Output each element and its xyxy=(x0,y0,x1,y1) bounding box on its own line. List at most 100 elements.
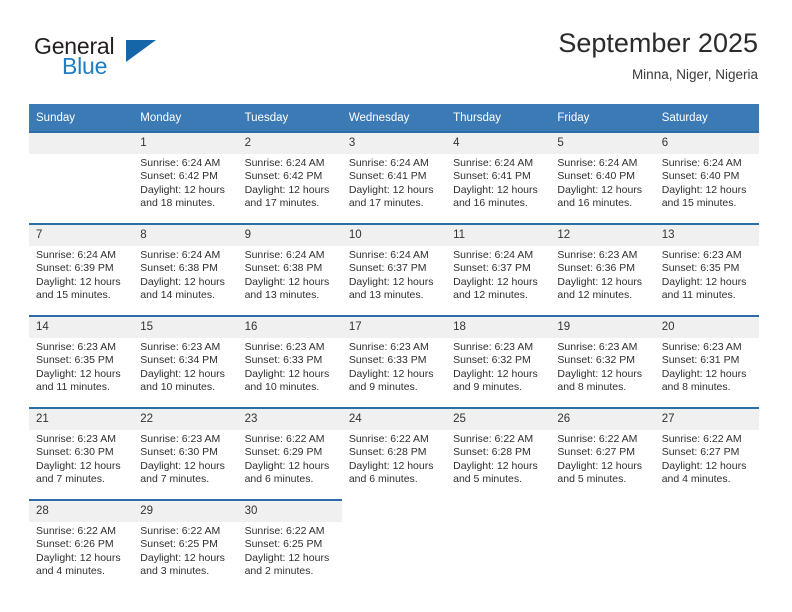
calendar-day-cell[interactable]: 6 Sunrise: 6:24 AM Sunset: 6:40 PM Daylight… xyxy=(654,131,759,224)
calendar-day-cell[interactable]: 29 Sunrise: 6:22 AM Sunset: 6:25 PM Dayligh… xyxy=(133,499,238,591)
sunset-text: Sunset: 6:32 PM xyxy=(557,354,636,367)
calendar-day-cell[interactable]: 8 Sunrise: 6:24 AM Sunset: 6:38 PM Daylight… xyxy=(133,223,238,316)
sunset-text: Sunset: 6:37 PM xyxy=(453,262,531,275)
daylight-text-line2: and 3 minutes. xyxy=(140,564,210,577)
calendar-cell-empty xyxy=(654,500,759,591)
daylight-text-line1: Daylight: 12 hours xyxy=(244,551,330,564)
calendar-day-cell[interactable]: 30 Sunrise: 6:22 AM Sunset: 6:25 PM Dayligh… xyxy=(237,499,342,591)
day-number: 11 xyxy=(446,225,551,246)
daylight-text-line1: Daylight: 12 hours xyxy=(348,183,434,196)
sunset-text: Sunset: 6:38 PM xyxy=(244,262,323,275)
day-number: 28 xyxy=(29,501,134,522)
sunrise-text: Sunrise: 6:24 AM xyxy=(348,249,429,261)
daylight-text-line2: and 10 minutes. xyxy=(244,380,320,393)
daylight-text-line1: Daylight: 12 hours xyxy=(453,183,538,196)
daylight-text-line2: and 14 minutes. xyxy=(140,288,215,301)
daylight-text-line2: and 2 minutes. xyxy=(244,564,314,577)
calendar-day-cell[interactable]: 9 Sunrise: 6:24 AM Sunset: 6:38 PM Daylight… xyxy=(237,223,342,316)
sunset-text: Sunset: 6:31 PM xyxy=(661,354,740,367)
calendar-day-cell[interactable]: 4 Sunrise: 6:24 AM Sunset: 6:41 PM Daylight… xyxy=(446,131,551,224)
sunrise-text: Sunrise: 6:24 AM xyxy=(453,157,534,169)
sunrise-text: Sunrise: 6:24 AM xyxy=(140,249,221,261)
brand-name-blue: Blue xyxy=(62,53,108,79)
sunrise-text: Sunrise: 6:23 AM xyxy=(36,341,116,353)
day-info: Sunrise: 6:24 AM Sunset: 6:40 PM Daylight:… xyxy=(655,154,759,210)
daylight-text-line1: Daylight: 12 hours xyxy=(244,275,330,288)
calendar-day-cell[interactable]: 22 Sunrise: 6:23 AM Sunset: 6:30 PM Dayligh… xyxy=(133,407,238,500)
location-subtitle: Minna, Niger, Nigeria xyxy=(631,67,758,82)
calendar-day-cell[interactable]: 16 Sunrise: 6:23 AM Sunset: 6:33 PM Dayligh… xyxy=(237,315,342,408)
daylight-text-line2: and 17 minutes. xyxy=(348,196,424,209)
calendar-day-cell[interactable]: 2 Sunrise: 6:24 AM Sunset: 6:42 PM Daylight… xyxy=(237,131,342,224)
day-info: Sunrise: 6:24 AM Sunset: 6:42 PM Daylight:… xyxy=(238,154,342,210)
calendar-day-cell[interactable]: 11 Sunrise: 6:24 AM Sunset: 6:37 PM Dayligh… xyxy=(446,223,551,316)
sunset-text: Sunset: 6:33 PM xyxy=(348,354,427,367)
calendar-day-cell[interactable]: 17 Sunrise: 6:23 AM Sunset: 6:33 PM Dayligh… xyxy=(341,315,447,408)
calendar-day-cell[interactable]: 20 Sunrise: 6:23 AM Sunset: 6:31 PM Dayligh… xyxy=(654,315,759,408)
daylight-text-line1: Daylight: 12 hours xyxy=(36,551,121,564)
calendar-day-cell[interactable]: 24 Sunrise: 6:22 AM Sunset: 6:28 PM Dayligh… xyxy=(341,407,447,500)
calendar-day-cell[interactable]: 21 Sunrise: 6:23 AM Sunset: 6:30 PM Dayligh… xyxy=(29,407,134,500)
calendar-day-cell[interactable]: 27 Sunrise: 6:22 AM Sunset: 6:27 PM Dayligh… xyxy=(654,407,759,500)
sunset-text: Sunset: 6:42 PM xyxy=(244,170,323,183)
daylight-text-line1: Daylight: 12 hours xyxy=(140,459,225,472)
sunset-text: Sunset: 6:29 PM xyxy=(244,446,323,459)
calendar-day-cell[interactable]: 3 Sunrise: 6:24 AM Sunset: 6:41 PM Daylight… xyxy=(341,131,447,224)
daylight-text-line1: Daylight: 12 hours xyxy=(36,367,121,380)
day-info: Sunrise: 6:24 AM Sunset: 6:42 PM Daylight:… xyxy=(133,154,237,210)
calendar-day-cell[interactable]: 10 Sunrise: 6:24 AM Sunset: 6:37 PM Dayligh… xyxy=(341,223,447,316)
weekday-header-saturday: Saturday xyxy=(654,104,759,132)
calendar-day-cell[interactable]: 15 Sunrise: 6:23 AM Sunset: 6:34 PM Dayligh… xyxy=(133,315,238,408)
calendar-day-cell[interactable]: 12 Sunrise: 6:23 AM Sunset: 6:36 PM Dayligh… xyxy=(550,223,655,316)
daylight-text-line2: and 15 minutes. xyxy=(36,288,111,301)
sunrise-text: Sunrise: 6:24 AM xyxy=(557,157,638,169)
day-info: Sunrise: 6:23 AM Sunset: 6:32 PM Daylight:… xyxy=(550,338,654,394)
brand-logo[interactable]: General Blue xyxy=(34,33,254,85)
day-number: 10 xyxy=(341,225,447,246)
sunrise-text: Sunrise: 6:24 AM xyxy=(36,249,116,261)
daylight-text-line2: and 6 minutes. xyxy=(348,472,418,485)
day-info: Sunrise: 6:24 AM Sunset: 6:37 PM Daylight:… xyxy=(342,246,446,302)
day-number: 27 xyxy=(654,409,759,430)
calendar-day-cell[interactable]: 28 Sunrise: 6:22 AM Sunset: 6:26 PM Dayligh… xyxy=(29,499,134,591)
daylight-text-line2: and 4 minutes. xyxy=(661,472,731,485)
sunset-text: Sunset: 6:30 PM xyxy=(140,446,218,459)
day-info: Sunrise: 6:24 AM Sunset: 6:41 PM Daylight:… xyxy=(446,154,550,210)
daylight-text-line2: and 12 minutes. xyxy=(557,288,633,301)
sunrise-text: Sunrise: 6:23 AM xyxy=(140,433,221,445)
day-info: Sunrise: 6:23 AM Sunset: 6:33 PM Daylight:… xyxy=(238,338,342,394)
sunset-text: Sunset: 6:38 PM xyxy=(140,262,218,275)
daylight-text-line1: Daylight: 12 hours xyxy=(453,459,538,472)
day-info: Sunrise: 6:22 AM Sunset: 6:28 PM Daylight:… xyxy=(342,430,446,486)
calendar-day-cell[interactable]: 14 Sunrise: 6:23 AM Sunset: 6:35 PM Dayligh… xyxy=(29,315,134,408)
calendar-day-cell[interactable]: 26 Sunrise: 6:22 AM Sunset: 6:27 PM Dayligh… xyxy=(550,407,655,500)
calendar-day-cell[interactable]: 1 Sunrise: 6:24 AM Sunset: 6:42 PM Daylight… xyxy=(133,131,238,224)
calendar-day-cell[interactable]: 7 Sunrise: 6:24 AM Sunset: 6:39 PM Daylight… xyxy=(29,223,134,316)
calendar-day-cell[interactable]: 13 Sunrise: 6:23 AM Sunset: 6:35 PM Dayligh… xyxy=(654,223,759,316)
sunrise-text: Sunrise: 6:23 AM xyxy=(244,341,325,353)
daylight-text-line2: and 10 minutes. xyxy=(140,380,215,393)
calendar-day-cell[interactable]: 23 Sunrise: 6:22 AM Sunset: 6:29 PM Dayligh… xyxy=(237,407,342,500)
calendar-table: Sunday Monday Tuesday Wednesday Thursday… xyxy=(29,104,759,591)
daylight-text-line2: and 12 minutes. xyxy=(453,288,528,301)
calendar-day-cell[interactable]: 25 Sunrise: 6:22 AM Sunset: 6:28 PM Dayligh… xyxy=(446,407,551,500)
calendar-day-cell[interactable]: 18 Sunrise: 6:23 AM Sunset: 6:32 PM Dayligh… xyxy=(446,315,551,408)
daylight-text-line2: and 8 minutes. xyxy=(557,380,627,393)
calendar-day-cell[interactable]: 5 Sunrise: 6:24 AM Sunset: 6:40 PM Daylight… xyxy=(550,131,655,224)
day-number: 21 xyxy=(29,409,134,430)
day-number: 26 xyxy=(550,409,655,430)
daylight-text-line1: Daylight: 12 hours xyxy=(244,183,330,196)
day-info: Sunrise: 6:23 AM Sunset: 6:31 PM Daylight:… xyxy=(655,338,759,394)
sunrise-text: Sunrise: 6:24 AM xyxy=(244,249,325,261)
day-number: 4 xyxy=(446,133,551,154)
day-number: 3 xyxy=(341,133,447,154)
day-number: 9 xyxy=(237,225,342,246)
sunrise-text: Sunrise: 6:23 AM xyxy=(661,249,742,261)
calendar-cell-empty xyxy=(29,131,134,224)
day-number: 5 xyxy=(550,133,655,154)
day-info: Sunrise: 6:24 AM Sunset: 6:38 PM Daylight:… xyxy=(133,246,237,302)
day-info: Sunrise: 6:24 AM Sunset: 6:37 PM Daylight:… xyxy=(446,246,550,302)
calendar-day-cell[interactable]: 19 Sunrise: 6:23 AM Sunset: 6:32 PM Dayligh… xyxy=(550,315,655,408)
calendar-cell-empty xyxy=(446,500,551,591)
sunset-text: Sunset: 6:33 PM xyxy=(244,354,323,367)
